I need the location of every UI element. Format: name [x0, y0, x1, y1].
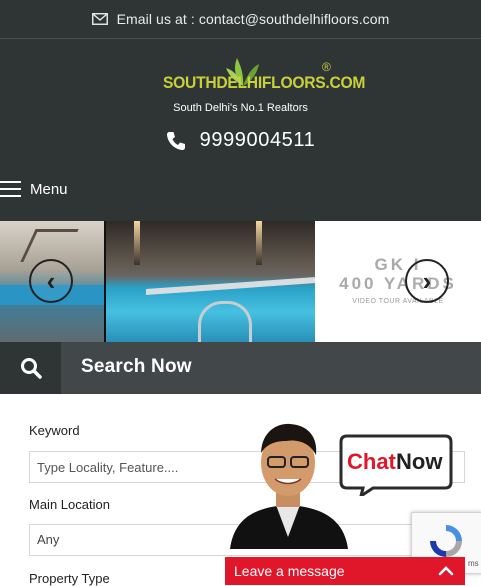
tagline: South Delhi's No.1 Realtors: [173, 102, 308, 114]
slide-subtitle: VIDEO TOUR AVAILABLE: [352, 298, 444, 305]
chevron-left-icon: ‹: [46, 265, 56, 296]
chevron-up-icon: [438, 566, 454, 576]
slide-title-line1: GK I: [374, 255, 422, 274]
chat-now-bubble[interactable]: Chat Now: [339, 434, 453, 496]
now-word: Now: [396, 449, 443, 474]
slider-prev-button[interactable]: ‹: [29, 259, 73, 303]
site-header: SOUTHDELHIFLOORS.COM ® South Delhi's No.…: [0, 39, 481, 221]
menu-label: Menu: [30, 180, 68, 198]
search-icon: [20, 358, 42, 379]
property-type-label: Property Type: [29, 571, 110, 586]
email-bar[interactable]: Email us at : contact@southdelhifloors.c…: [0, 0, 481, 39]
email-text[interactable]: Email us at : contact@southdelhifloors.c…: [117, 11, 390, 27]
search-button[interactable]: [0, 342, 61, 394]
phone-link[interactable]: 9999004511: [0, 129, 481, 152]
keyword-label: Keyword: [29, 423, 80, 438]
chat-agent-avatar[interactable]: [228, 419, 348, 549]
phone-number[interactable]: 9999004511: [200, 129, 316, 152]
menu-toggle[interactable]: Menu: [0, 178, 68, 200]
slide-image-2[interactable]: [106, 221, 316, 342]
slider-next-button[interactable]: ›: [405, 259, 449, 303]
chevron-right-icon: ›: [422, 265, 432, 296]
location-label: Main Location: [29, 497, 110, 512]
hamburger-icon: [0, 180, 21, 198]
recaptcha-text: ms: [468, 559, 479, 568]
search-header: Search Now: [0, 342, 481, 394]
slide-image-3[interactable]: GK I 400 YARDS VIDEO TOUR AVAILABLE: [315, 221, 481, 342]
slide-title-line2: 400 YARDS: [339, 274, 457, 293]
registered-mark: ®: [322, 60, 331, 74]
image-slider: GK I 400 YARDS VIDEO TOUR AVAILABLE ‹ ›: [0, 221, 481, 342]
leave-message-label: Leave a message: [234, 563, 345, 579]
logo-text: SOUTHDELHIFLOORS.COM: [163, 73, 366, 92]
phone-icon: [166, 131, 185, 150]
recaptcha-icon: [430, 525, 462, 557]
chat-word: Chat: [347, 449, 397, 474]
search-title: Search Now: [81, 356, 192, 377]
leave-message-bar[interactable]: Leave a message: [225, 557, 465, 585]
envelope-icon: [91, 13, 108, 25]
